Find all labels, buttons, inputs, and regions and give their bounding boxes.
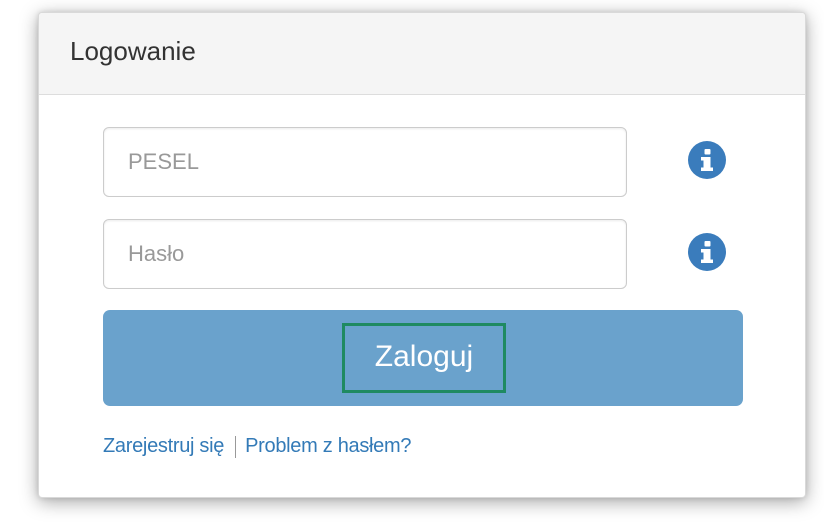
login-button-label: Zaloguj <box>341 323 507 393</box>
login-panel: Logowanie Zaloguj Zarejestruj się Proble… <box>38 12 806 498</box>
info-glyph-icon <box>701 241 713 263</box>
panel-title: Logowanie <box>70 36 196 66</box>
password-info-icon[interactable] <box>688 233 726 271</box>
footer-links: Zarejestruj się Problem z hasłem? <box>103 435 412 458</box>
password-problem-link[interactable]: Problem z hasłem? <box>245 435 411 458</box>
pesel-info-icon[interactable] <box>688 141 726 179</box>
register-link[interactable]: Zarejestruj się <box>103 435 224 458</box>
info-glyph-icon <box>701 149 713 171</box>
link-separator <box>235 435 237 458</box>
pesel-input[interactable] <box>103 127 627 197</box>
panel-heading: Logowanie <box>39 13 805 95</box>
login-button[interactable]: Zaloguj <box>103 310 743 406</box>
password-input[interactable] <box>103 219 627 289</box>
page: Logowanie Zaloguj Zarejestruj się Proble… <box>0 0 824 528</box>
